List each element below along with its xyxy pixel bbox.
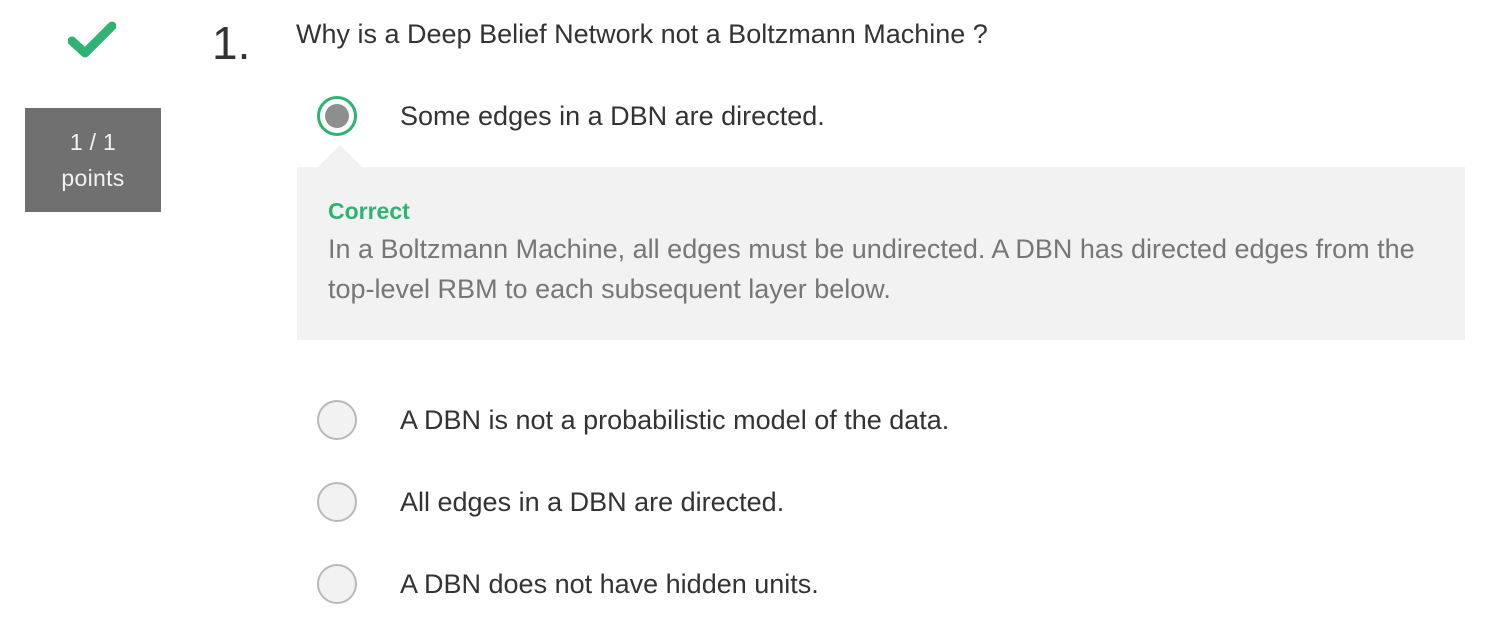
answer-option-label: A DBN is not a probabilistic model of th… [400, 405, 950, 435]
feedback-title: Correct [328, 198, 410, 224]
checkmark-icon [68, 21, 116, 58]
points-label: points [61, 165, 125, 191]
radio-button[interactable] [317, 564, 357, 604]
question-number: 1. [212, 17, 251, 69]
radio-button-selected[interactable] [317, 96, 357, 136]
answer-option-1[interactable]: Some edges in a DBN are directed. [317, 94, 825, 138]
answer-option-label: Some edges in a DBN are directed. [400, 101, 825, 131]
feedback-text: In a Boltzmann Machine, all edges must b… [328, 234, 1415, 304]
question-text: Why is a Deep Belief Network not a Boltz… [296, 19, 988, 49]
feedback-pointer [318, 145, 362, 167]
radio-button[interactable] [317, 482, 357, 522]
answer-option-label: A DBN does not have hidden units. [400, 569, 819, 599]
answer-option-3[interactable]: All edges in a DBN are directed. [317, 480, 784, 524]
answer-option-2[interactable]: A DBN is not a probabilistic model of th… [317, 398, 949, 442]
feedback-panel: Correct In a Boltzmann Machine, all edge… [297, 167, 1465, 340]
answer-option-label: All edges in a DBN are directed. [400, 487, 785, 517]
points-score: 1 / 1 [69, 129, 117, 155]
answer-option-4[interactable]: A DBN does not have hidden units. [317, 562, 819, 606]
points-badge: 1 / 1 points [25, 108, 161, 212]
radio-button[interactable] [317, 400, 357, 440]
